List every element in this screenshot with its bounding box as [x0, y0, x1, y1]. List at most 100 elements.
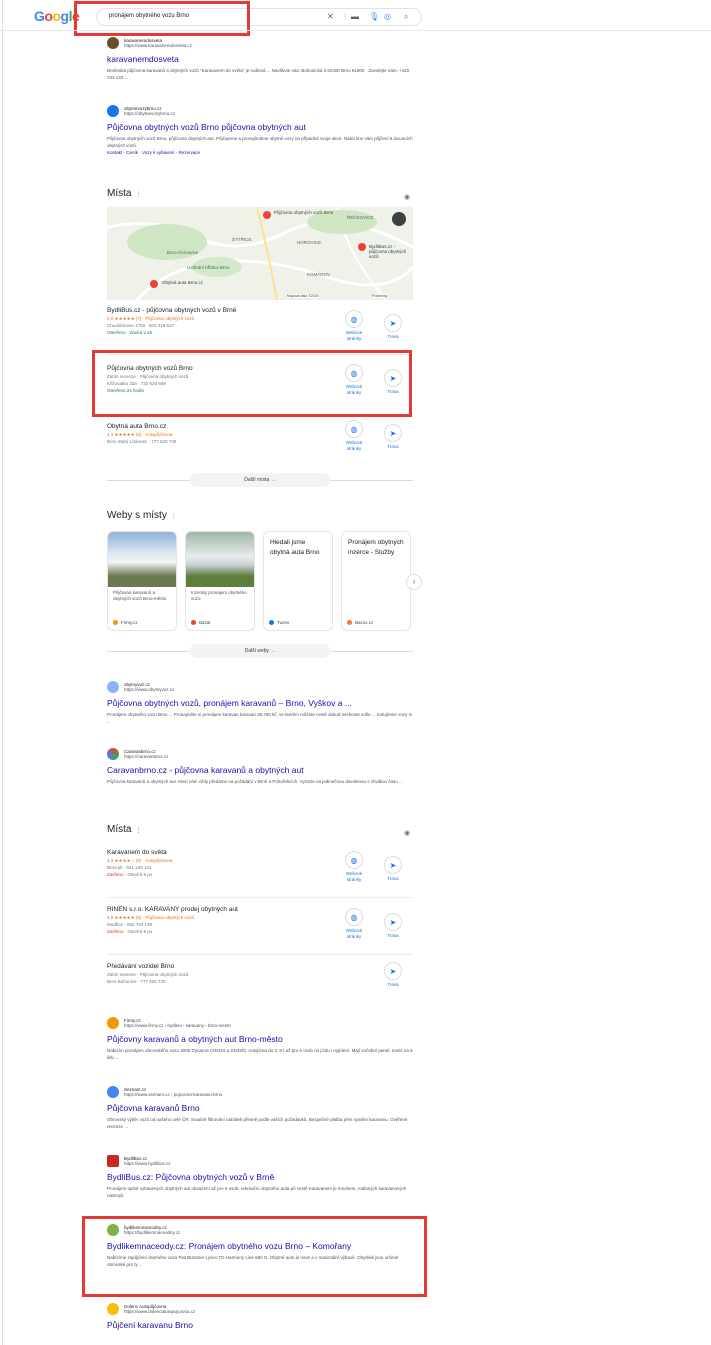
result-title-link[interactable]: Půjčovna obytných vozů Brno půjčovna oby…	[107, 122, 413, 133]
site-favicon-icon	[107, 37, 119, 49]
directions-button[interactable]: ➤ Trasa	[378, 962, 408, 988]
highlight-result	[82, 1216, 427, 1297]
website-button[interactable]: ◍ Webové stránky	[339, 908, 369, 940]
website-button[interactable]: ◍ Webové stránky	[339, 851, 369, 883]
result-title-link[interactable]: BydliBus.cz: Půjčovna obytných vozů v Br…	[107, 1172, 413, 1183]
divider-icon: |	[344, 12, 347, 21]
directions-button[interactable]: ➤ Trasa	[378, 314, 408, 340]
result-url: https://www.bydlibus.cz	[124, 1161, 171, 1166]
carousel-next-icon[interactable]: ›	[406, 574, 422, 590]
directions-button[interactable]: ➤ Trasa	[378, 424, 408, 450]
result-title-link[interactable]: Půjčovna obytných vozů, pronájem karavan…	[107, 698, 413, 709]
result-dolenc: Dolenc Autopůjčovna https://www.dolenctau…	[107, 1302, 413, 1331]
card-title: Půjčovna karavanů a obytných vozů Brno-m…	[113, 590, 167, 601]
google-logo[interactable]: Google	[34, 8, 80, 24]
card-title: Hledali jsme obytná auta Brno	[270, 539, 320, 556]
result-title-link[interactable]: Caravanbrno.cz - půjčovna karavanů a oby…	[107, 765, 413, 776]
website-button[interactable]: ◍ Webové stránky	[339, 310, 369, 342]
result-title-link[interactable]: Půjčovna karavanů Brno	[107, 1103, 413, 1114]
result-snippet: Pronájem úplně vybavených obytných aut o…	[107, 1186, 407, 1198]
place-rating: Zatím recenze · Půjčovna obytných vozů	[107, 972, 189, 977]
directions-icon: ➤	[384, 913, 402, 931]
places-section-title: Místa ⋮	[107, 824, 142, 835]
result-title-link[interactable]: Půjčení karavanu Brno	[107, 1320, 413, 1331]
card-image	[186, 532, 254, 587]
map-label: ŘEČKOVICE	[347, 215, 374, 220]
globe-icon: ◍	[345, 908, 363, 926]
site-favicon-icon	[107, 1017, 119, 1029]
directions-button[interactable]: ➤ Trasa	[378, 913, 408, 939]
place-hours: · Otevírá 9 po	[123, 929, 153, 934]
result-url: https://www.dolenctautopujcovna.cz	[124, 1309, 196, 1314]
result-sitelinks[interactable]: Kontakt · Ceník · Vozy k vybavení · Reze…	[107, 150, 413, 155]
web-card[interactable]: Půjčovna karavanů a obytných vozů Brno-m…	[107, 531, 177, 631]
result-seznam: Seznam.cz https://www.seznam.cz › pujcovn…	[107, 1085, 413, 1130]
map-terms-link[interactable]: Podmínky	[372, 294, 388, 298]
result-url: https://caravanbrno.cz	[124, 754, 169, 759]
site-favicon-icon	[107, 1086, 119, 1098]
place-rating: 5,0 ★★★★★ (7) · Půjčovna obytných vozů	[107, 316, 194, 321]
place-divider	[107, 897, 413, 898]
directions-button[interactable]: ➤ Trasa	[378, 856, 408, 882]
site-favicon-icon	[107, 105, 119, 117]
card-title: Inzeráty pronájem obytného vozu	[191, 590, 247, 601]
globe-icon: ◍	[345, 420, 363, 438]
directions-icon: ➤	[384, 314, 402, 332]
place-rating: 4,8 ★★★★★ (8) · Půjčovna obytných vozů	[107, 915, 194, 920]
result-url: https://www.firmy.cz › bydleni › karavan…	[124, 1023, 231, 1028]
result-snippet: Pronájem obytného vozu Brno ... Pronajmě…	[107, 712, 412, 724]
more-webs-button[interactable]: Další weby →	[190, 644, 330, 658]
place-item[interactable]: Předávání vozidel Brno Zatím recenze · P…	[107, 962, 413, 985]
directions-icon: ➤	[384, 856, 402, 874]
globe-icon: ◍	[345, 851, 363, 869]
site-favicon-icon	[107, 1155, 119, 1167]
places-map[interactable]: Půjčovna obytných vozů Brno Obytná auta …	[107, 207, 413, 300]
webs-section-title: Weby s místy ⋮	[107, 510, 177, 521]
website-button[interactable]: ◍ Webové stránky	[339, 420, 369, 452]
result-snippet: Brněnská půjčovna karavanů a obytných vo…	[107, 68, 410, 80]
result-url: https://www.obytnyvuz.cz	[124, 687, 175, 692]
header-divider	[0, 30, 711, 31]
window-edge	[2, 0, 3, 1345]
clear-icon[interactable]: ✕	[327, 12, 334, 22]
result-snippet: Nabízím pronájem obrovského vozu 3000 Dy…	[107, 1048, 413, 1060]
result-title-link[interactable]: Půjčovny karavanů a obytných aut Brno-mě…	[107, 1034, 413, 1045]
search-icon[interactable]: ⌕	[404, 12, 408, 22]
place-status: Zavřeno	[107, 929, 124, 934]
map-attribution: Mapová data ©2024	[287, 294, 319, 298]
directions-icon: ➤	[384, 424, 402, 442]
web-card[interactable]: Pronájem obytných inzerce - Služby Bazos…	[341, 531, 411, 631]
result-title-link[interactable]: karavanemdosveta	[107, 54, 413, 65]
result-url: https://www.seznam.cz › pujcovna-karavan…	[124, 1092, 223, 1097]
map-label: HOROVICE	[297, 240, 322, 245]
map-label: Obytná auta Brno.cz	[162, 280, 204, 285]
web-card[interactable]: Inzeráty pronájem obytného vozu Bazar	[185, 531, 255, 631]
web-card[interactable]: Hledali jsme obytná auta Brno Tuzex	[263, 531, 333, 631]
places-section-title: Místa ⋮	[107, 188, 142, 199]
map-label: Brno-Černovice	[167, 250, 199, 255]
place-address: Brno Bohunice · 777 620 730	[107, 979, 166, 984]
result-url: https://www.karavanemdosveta.cz	[124, 43, 193, 48]
place-name[interactable]: Předávání vozidel Brno	[107, 962, 413, 971]
result-firmy: Firmy.cz https://www.firmy.cz › bydleni ›…	[107, 1016, 413, 1061]
lens-icon[interactable]: ◎	[384, 12, 391, 22]
info-icon[interactable]: ◉	[404, 193, 410, 201]
result-snippet: Půjčovna obytných vozů Brno, půjčovna ob…	[107, 136, 413, 148]
map-label: Půjčovna obytných vozů Brno	[274, 210, 334, 215]
site-favicon-icon	[107, 748, 119, 760]
site-favicon-icon	[107, 681, 119, 693]
place-rating: 4,3 ★★★★★ (6) · Autopůjčovna	[107, 432, 173, 437]
result-caravanbrno: Caravanbrno.cz https://caravanbrno.cz Car…	[107, 747, 413, 785]
map-label: BydliBus.cz - půjčovna obytných vozů	[369, 244, 407, 259]
globe-icon: ◍	[345, 310, 363, 328]
microphone-icon[interactable]: 🎙	[369, 12, 379, 22]
map-label: KOMÁROV	[307, 272, 331, 277]
result-bydlibus: BydliBus.cz https://www.bydlibus.cz Bydli…	[107, 1154, 413, 1199]
keyboard-icon[interactable]: ▬	[351, 12, 359, 22]
highlight-place	[92, 350, 412, 417]
result-snippet: Obrovský výběr vozů od našeho celé ČR. S…	[107, 1117, 408, 1129]
more-places-button[interactable]: Další místa →	[190, 473, 330, 487]
result-obytnevozybrno: obytnevozybrno.cz https://obytnevozybrno.…	[107, 104, 413, 155]
info-icon[interactable]: ◉	[404, 829, 410, 837]
result-snippet: Půjčovna karavanů a obytných aut. Kterí …	[107, 779, 403, 784]
